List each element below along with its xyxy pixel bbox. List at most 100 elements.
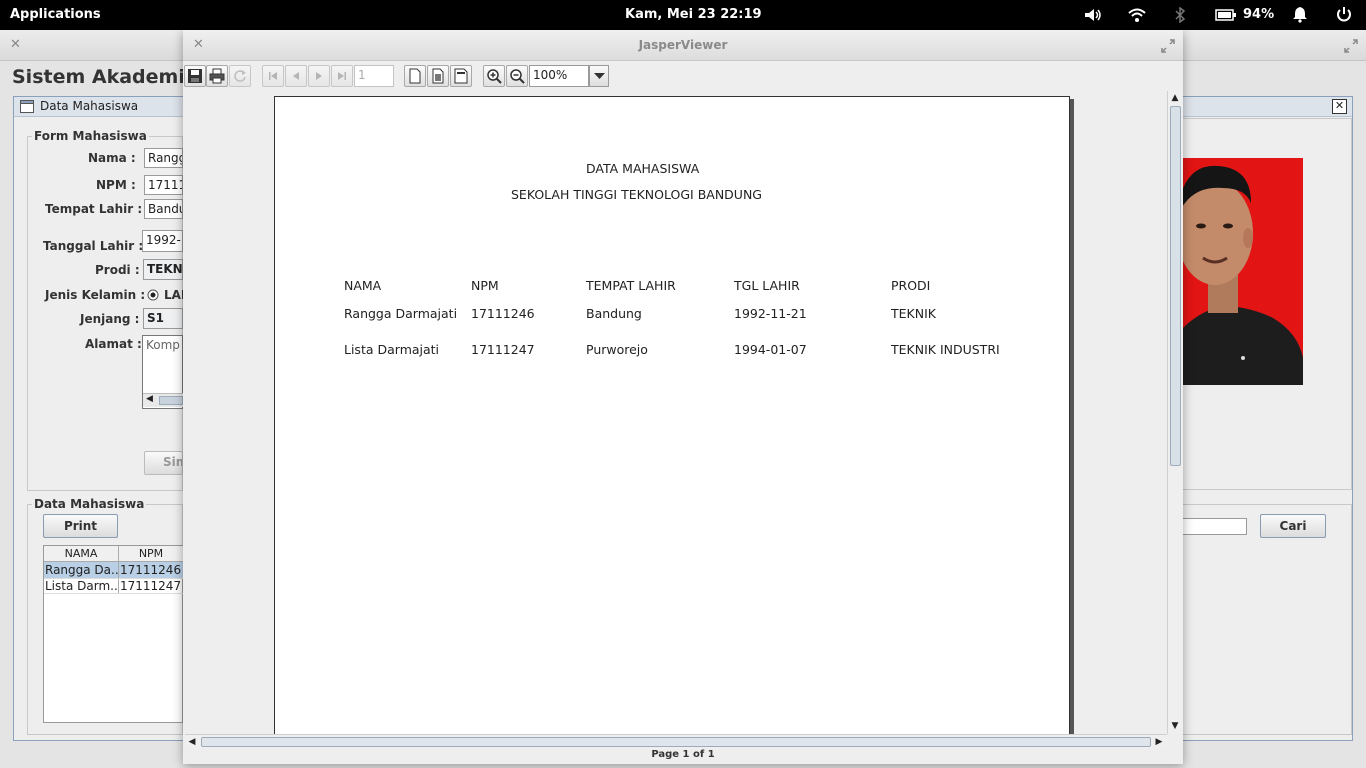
tanggal-lahir-field[interactable]: 1992-1 — [142, 230, 183, 252]
applications-menu[interactable]: Applications — [10, 7, 101, 22]
npm-label: NPM : — [96, 178, 136, 192]
zoom-in-button[interactable] — [483, 65, 505, 87]
zoom-in-icon — [487, 69, 502, 84]
table-header-npm[interactable]: NPM — [119, 546, 183, 562]
nama-label: Nama : — [88, 151, 136, 165]
zoom-out-button[interactable] — [506, 65, 528, 87]
vertical-scrollbar[interactable]: ▲ ▼ — [1167, 91, 1182, 734]
frame-window-icon — [20, 100, 34, 113]
print-button[interactable]: Print — [43, 514, 118, 538]
alamat-hscrollbar[interactable]: ◀ — [143, 393, 183, 407]
report-header-tempat-lahir: TEMPAT LAHIR — [586, 278, 676, 293]
fit-width-icon — [454, 68, 468, 84]
scroll-right-icon[interactable]: ▶ — [1152, 735, 1166, 749]
jasperviewer-title: JasperViewer — [638, 38, 728, 52]
report-cell-npm: 17111247 — [471, 342, 535, 357]
report-header-prodi: PRODI — [891, 278, 931, 293]
last-page-button[interactable] — [331, 65, 353, 87]
power-icon[interactable] — [1336, 6, 1352, 23]
data-mahasiswa-title: Data Mahasiswa — [32, 497, 147, 511]
reload-button[interactable] — [229, 65, 251, 87]
report-header-tgl-lahir: TGL LAHIR — [734, 278, 800, 293]
table-cell-nama: Lista Darm... — [45, 579, 118, 593]
table-cell-nama: Rangga Da... — [45, 563, 118, 577]
actual-size-button[interactable] — [404, 65, 426, 87]
report-cell-nama: Lista Darmajati — [344, 342, 440, 357]
horizontal-scrollbar[interactable]: ◀ ▶ — [185, 734, 1167, 749]
table-cell-npm: 17111247 — [120, 579, 182, 593]
page-number-input[interactable]: 1 — [354, 65, 394, 87]
cari-button[interactable]: Cari — [1260, 514, 1326, 538]
first-page-icon — [269, 72, 277, 80]
report-cell-prodi: TEKNIK — [891, 306, 936, 321]
tanggal-lahir-label: Tanggal Lahir : — [43, 239, 144, 253]
notification-bell-icon[interactable] — [1292, 6, 1308, 23]
student-photo — [1183, 158, 1303, 385]
fit-page-icon — [432, 68, 444, 84]
horizontal-scroll-thumb[interactable] — [201, 737, 1151, 747]
tempat-lahir-field[interactable]: Bandu — [144, 199, 183, 219]
zoom-out-icon — [510, 69, 525, 84]
next-page-icon — [316, 72, 322, 80]
nama-field[interactable]: Rangg — [144, 148, 183, 168]
fit-page-button[interactable] — [427, 65, 449, 87]
jasperviewer-maximize-icon[interactable] — [1161, 39, 1175, 53]
volume-icon[interactable] — [1083, 7, 1103, 23]
first-page-button[interactable] — [262, 65, 284, 87]
clock[interactable]: Kam, Mei 23 22:19 — [625, 7, 762, 22]
report-cell-prodi: TEKNIK INDUSTRI — [891, 342, 1000, 357]
search-field[interactable] — [1183, 518, 1247, 535]
report-header-nama: NAMA — [344, 278, 382, 293]
tempat-lahir-label: Tempat Lahir : — [45, 202, 143, 216]
scroll-up-icon[interactable]: ▲ — [1168, 91, 1182, 105]
fit-width-button[interactable] — [450, 65, 472, 87]
prodi-label: Prodi : — [95, 263, 140, 277]
scroll-left-icon[interactable]: ◀ — [146, 394, 153, 404]
right-data-group — [1183, 504, 1352, 735]
vertical-scroll-thumb[interactable] — [1170, 106, 1181, 466]
zoom-combo[interactable]: 100% — [529, 65, 589, 87]
simpan-button[interactable]: Sim — [144, 451, 183, 475]
internal-frame-close-icon[interactable]: ✕ — [1332, 99, 1347, 114]
report-title: DATA MAHASISWA — [586, 161, 700, 176]
chevron-down-icon — [594, 73, 605, 79]
battery-percent: 94% — [1243, 7, 1275, 22]
main-app-close-icon[interactable]: ✕ — [10, 37, 21, 52]
npm-field[interactable]: 17111 — [144, 175, 183, 195]
alamat-text: Komp B — [146, 338, 182, 352]
table-header-nama[interactable]: NAMA — [44, 546, 119, 562]
prodi-select[interactable]: TEKNI — [143, 259, 183, 280]
report-subtitle: SEKOLAH TINGGI TEKNOLOGI BANDUNG — [511, 187, 762, 202]
battery-icon[interactable] — [1215, 8, 1237, 22]
next-page-button[interactable] — [308, 65, 330, 87]
jenjang-label: Jenjang : — [80, 312, 140, 326]
table-cell-npm: 17111246 — [120, 563, 182, 577]
alamat-scroll-thumb[interactable] — [159, 396, 183, 405]
jenjang-select[interactable]: S1 — [143, 308, 183, 329]
scroll-left-icon[interactable]: ◀ — [185, 735, 199, 749]
report-cell-npm: 17111246 — [471, 306, 535, 321]
radio-laki-label[interactable]: LAK — [164, 288, 183, 302]
bluetooth-icon[interactable] — [1173, 7, 1187, 23]
form-mahasiswa-title: Form Mahasiswa — [32, 129, 149, 143]
print-report-button[interactable] — [206, 65, 228, 87]
wifi-icon[interactable] — [1127, 7, 1147, 23]
radio-laki-icon[interactable] — [147, 289, 159, 301]
internal-frame-title: Data Mahasiswa — [40, 99, 139, 113]
main-app-maximize-icon[interactable] — [1344, 39, 1358, 53]
save-button[interactable] — [184, 65, 206, 87]
report-cell-tempat-lahir: Purworejo — [586, 342, 648, 357]
printer-icon — [209, 68, 225, 84]
reload-icon — [234, 70, 246, 82]
zoom-dropdown-button[interactable] — [589, 65, 609, 87]
report-cell-tgl-lahir: 1992-11-21 — [734, 306, 807, 321]
actual-size-icon — [409, 68, 421, 84]
report-cell-tgl-lahir: 1994-01-07 — [734, 342, 807, 357]
previous-page-icon — [293, 72, 299, 80]
scroll-down-icon[interactable]: ▼ — [1168, 719, 1182, 733]
jenis-kelamin-label: Jenis Kelamin : — [45, 288, 146, 302]
page-status: Page 1 of 1 — [651, 749, 715, 760]
last-page-icon — [338, 72, 346, 80]
report-header-npm: NPM — [471, 278, 499, 293]
previous-page-button[interactable] — [285, 65, 307, 87]
